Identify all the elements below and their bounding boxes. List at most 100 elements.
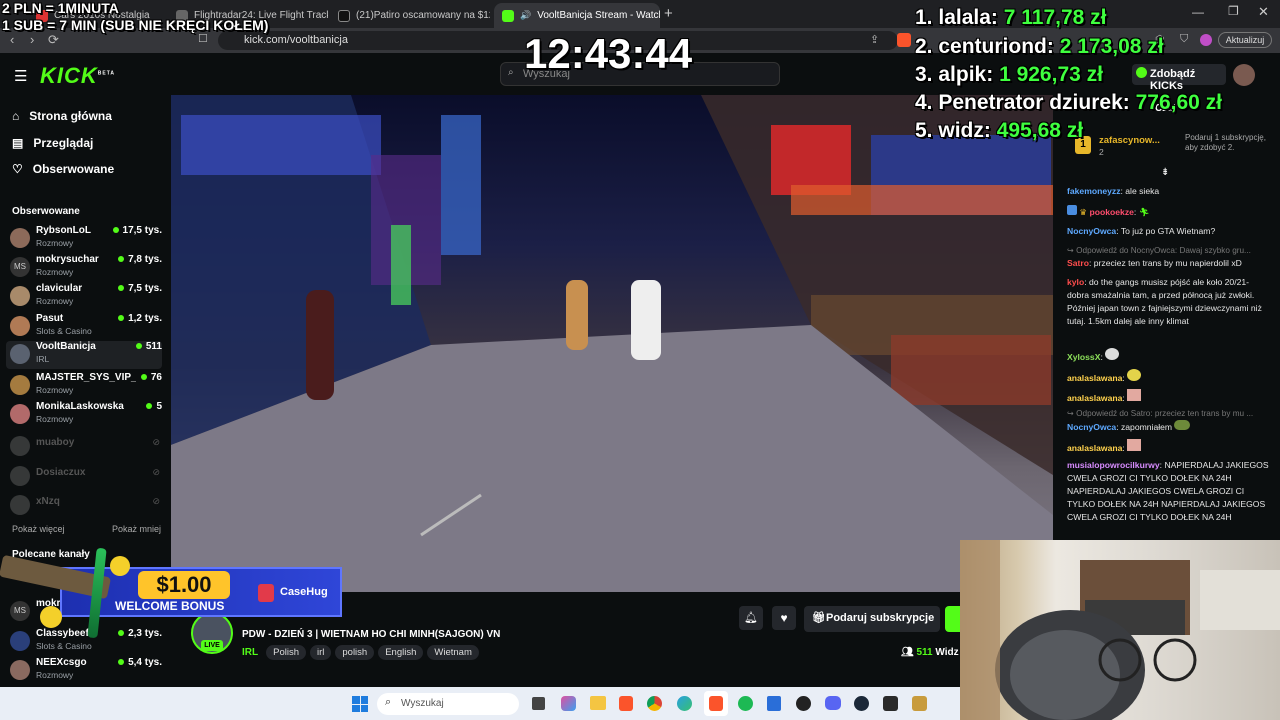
brave-shield-icon[interactable] (897, 33, 911, 47)
offline-icon: ⊘ (152, 467, 160, 477)
ad-brand: CaseHug (280, 586, 328, 598)
emote (1174, 420, 1191, 430)
chat-message: kylo: do the gangs musisz pójść ale koło… (1067, 277, 1262, 326)
category-link[interactable]: IRL (242, 647, 258, 658)
chat-message: ♛ pookoekze: 🏃︎ (1067, 205, 1272, 219)
badge-icon (1067, 205, 1077, 215)
steam-icon[interactable] (854, 696, 869, 711)
search-icon: ⌕ (508, 67, 514, 78)
sidebar-channel-active[interactable]: VooltBanicja IRL 511 (6, 341, 162, 369)
browser-tab[interactable]: (21)Patiro oscamowany na $1200 #p (330, 3, 490, 28)
emote: 🏃︎ (1138, 207, 1150, 217)
bookmark-icon[interactable]: ☐ (198, 32, 208, 45)
stream-clock: 12:43:44 (524, 30, 693, 77)
windows-taskbar: ⌕ Wyszukaj (0, 687, 960, 720)
task-view-icon[interactable] (532, 697, 545, 710)
emote (1127, 439, 1142, 451)
sidebar-channel-offline[interactable]: Dosiaczux ⊘ (10, 463, 162, 491)
sidebar-channel[interactable]: Pasut Slots & Casino 1,2 tys. (10, 313, 162, 341)
tag[interactable]: Wietnam (427, 645, 479, 660)
search-icon: ⌕ (385, 696, 392, 708)
sidebar-channel[interactable]: NEEXcsgo Rozmowy 5,4 tys. (10, 657, 162, 685)
nav-browse[interactable]: ▤ Przeglądaj (12, 136, 93, 150)
kick-logo[interactable]: KICKBETA (40, 63, 115, 89)
back-icon[interactable]: ‹ (10, 32, 14, 47)
chat-message: NocnyOwca: zapomniałem (1067, 420, 1272, 434)
kick-icon (502, 9, 514, 22)
obs-icon[interactable] (796, 696, 811, 711)
ad-banner[interactable]: $1.00 WELCOME BONUS CaseHug (0, 547, 342, 639)
show-less-link[interactable]: Pokaż mniej (112, 524, 161, 534)
avatar (10, 436, 30, 456)
avatar (10, 375, 30, 395)
audio-icon: 🔊 (520, 10, 532, 20)
follow-button[interactable]: ♥ (772, 606, 796, 630)
sidebar-channel-offline[interactable]: xNzq ⊘ (10, 492, 162, 520)
sidebar-channel[interactable]: clavicular Rozmowy 7,5 tys. (10, 283, 162, 311)
offline-icon: ⊘ (152, 496, 160, 506)
nav-home[interactable]: ⌂ Strona główna (12, 109, 112, 123)
menu-icon[interactable]: ☰ (14, 67, 27, 85)
edge-icon[interactable] (677, 696, 692, 711)
leaderboard-row: 2. centuriond: 2 173,08 zł (915, 35, 1164, 58)
forward-icon[interactable]: › (30, 32, 34, 47)
avatar (10, 316, 30, 336)
tag[interactable]: Polish (266, 645, 306, 660)
chat-reply-context: ↪ Odpowiedź do Satro: przeciez ten trans… (1067, 409, 1254, 418)
reload-icon[interactable]: ⟳ (48, 32, 59, 48)
nav-following[interactable]: ♡ Obserwowane (12, 162, 114, 176)
avatar (10, 660, 30, 680)
tag[interactable]: polish (335, 645, 375, 660)
stream-tags: IRL Polish irl polish English Wietnam (242, 645, 483, 660)
notification-bell-button[interactable]: 🔔︎ (739, 606, 763, 630)
new-tab-icon[interactable]: + (664, 5, 673, 22)
sidebar-channel[interactable]: MonikaLaskowska Rozmowy 5 (10, 401, 162, 429)
show-more-link[interactable]: Pokaż więcej (12, 524, 65, 534)
sidebar-channel[interactable]: MAJSTER_SYS_VIP_C Rozmowy 76 (10, 372, 162, 400)
gift-subs-button[interactable]: 🎁︎ Podaruj subskrypcje (804, 606, 940, 632)
leaderboard-row: 5. widz: 495,68 zł (915, 119, 1084, 142)
chat-reply-context: ↪ Odpowiedź do NocnyOwca: Dawaj szybko g… (1067, 246, 1251, 255)
bell-icon: 🔔︎ (744, 612, 758, 624)
discord-icon[interactable] (825, 696, 841, 710)
home-icon: ⌂ (12, 109, 20, 123)
file-explorer-icon[interactable] (590, 696, 606, 710)
donation-leaderboard: 1. lalala: 7 117,78 zł 2. centuriond: 2 … (915, 6, 1275, 151)
avatar (10, 286, 30, 306)
leaderboard-row: 3. alpik: 1 926,73 zł (915, 63, 1103, 86)
copilot-icon[interactable] (561, 696, 576, 711)
tag[interactable]: English (378, 645, 424, 660)
rate-overlay-1: 2 PLN = 1MINUTA (2, 0, 119, 16)
notepad-icon[interactable] (767, 696, 781, 711)
sidebar-channel[interactable]: Classybeef Slots & Casino 2,3 tys. (10, 628, 162, 656)
coin-icon (40, 606, 62, 628)
share-icon[interactable]: ⇪ (870, 33, 879, 46)
brave-icon[interactable] (709, 696, 723, 711)
app-icon[interactable] (883, 696, 898, 711)
pin-icon[interactable]: ⇟ (1161, 167, 1169, 178)
windows-start-icon[interactable] (352, 696, 368, 712)
avatar (10, 344, 30, 364)
avatar (10, 228, 30, 248)
ad-amount: $1.00 (138, 571, 230, 599)
chrome-icon[interactable] (647, 696, 662, 711)
chat-message: musialopowrocilkurwy: NAPIERDALAJ JAKIEG… (1067, 460, 1269, 522)
rate-overlay-2: 1 SUB = 7 MIN (SUB NIE KRĘCI KOŁEM) (2, 17, 269, 33)
sidebar-channel-offline[interactable]: muaboy ⊘ (10, 433, 162, 461)
league-icon[interactable] (912, 696, 927, 711)
spotify-icon[interactable] (738, 696, 753, 711)
avatar: MS (10, 257, 30, 277)
browser-tab-active[interactable]: 🔊VooltBanicja Stream - Watch× (494, 3, 660, 28)
sidebar-channel[interactable]: MS mokrysuchar Rozmowy 7,8 tys. (10, 254, 162, 282)
avatar (10, 466, 30, 486)
video-player[interactable] (171, 95, 1053, 592)
tag[interactable]: irl (309, 645, 332, 660)
taskbar-search[interactable]: ⌕ Wyszukaj (377, 693, 519, 715)
browse-icon: ▤ (12, 136, 24, 150)
brave-icon[interactable] (619, 696, 633, 711)
viewer-count: 👥︎ 511 Widz (901, 647, 959, 658)
webcam-overlay (960, 540, 1280, 720)
viewers-icon: 👥︎ (901, 647, 914, 658)
sidebar-channel[interactable]: RybsonLoL Rozmowy 17,5 tys. (10, 225, 162, 253)
following-heading: Obserwowane (12, 206, 80, 217)
